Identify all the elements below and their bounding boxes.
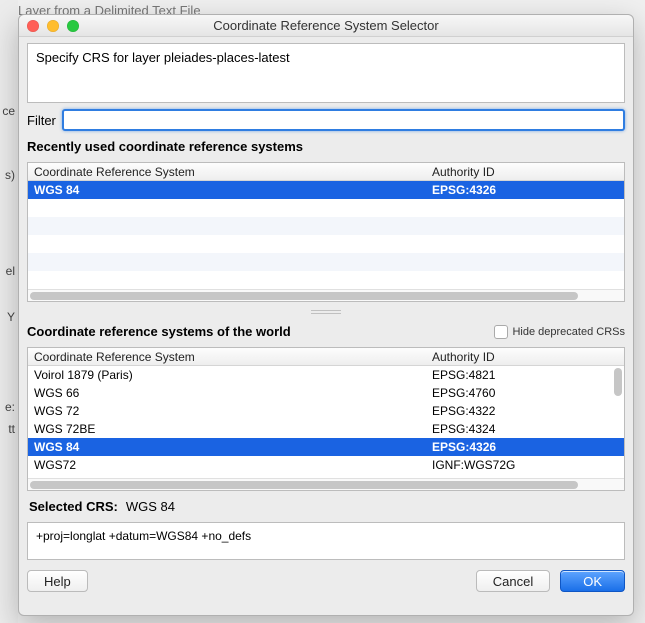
- recent-hscrollbar[interactable]: [28, 289, 624, 301]
- cell-crs: WGS 72: [28, 404, 428, 418]
- table-row[interactable]: WGS 72BEEPSG:4324: [28, 420, 624, 438]
- table-row-empty[interactable]: [28, 235, 624, 253]
- world-hscrollbar[interactable]: [28, 478, 624, 490]
- specify-crs-text: Specify CRS for layer pleiades-places-la…: [36, 50, 290, 65]
- table-row[interactable]: WGS 72EPSG:4322: [28, 402, 624, 420]
- world-list: Coordinate Reference System Authority ID…: [27, 347, 625, 491]
- filter-input[interactable]: [62, 109, 625, 131]
- bg-frag: s): [5, 168, 15, 182]
- background-left-fragments: ce s) el Y e: tt: [0, 0, 18, 623]
- splitter-handle-icon: [311, 310, 341, 314]
- selected-crs-label: Selected CRS:: [29, 499, 118, 514]
- scrollbar-thumb[interactable]: [614, 368, 622, 396]
- hide-deprecated-row[interactable]: Hide deprecated CRSs: [494, 325, 625, 339]
- hide-deprecated-checkbox[interactable]: [494, 325, 508, 339]
- table-row[interactable]: WGS 84EPSG:4326: [28, 181, 624, 199]
- cell-auth: EPSG:4322: [428, 404, 624, 418]
- bg-frag: Y: [7, 310, 15, 324]
- ok-button[interactable]: OK: [560, 570, 625, 592]
- recent-header: Recently used coordinate reference syste…: [27, 137, 625, 156]
- cell-crs: WGS 66: [28, 386, 428, 400]
- cancel-button[interactable]: Cancel: [476, 570, 550, 592]
- world-vscrollbar[interactable]: [613, 366, 623, 478]
- table-row-empty[interactable]: [28, 253, 624, 271]
- selected-crs-value: WGS 84: [126, 499, 175, 514]
- crs-selector-dialog: Coordinate Reference System Selector Spe…: [18, 14, 634, 616]
- bg-frag: el: [6, 264, 15, 278]
- filter-label: Filter: [27, 113, 56, 128]
- recent-col-auth[interactable]: Authority ID: [428, 165, 624, 179]
- bg-frag: ce: [2, 104, 15, 118]
- bg-frag: tt: [8, 422, 15, 436]
- dialog-content: Specify CRS for layer pleiades-places-la…: [19, 37, 633, 615]
- cell-auth: EPSG:4760: [428, 386, 624, 400]
- cell-crs: WGS72: [28, 458, 428, 472]
- proj-string-box: +proj=longlat +datum=WGS84 +no_defs: [27, 522, 625, 560]
- window-title: Coordinate Reference System Selector: [19, 18, 633, 33]
- cell-crs: WGS 84: [28, 440, 428, 454]
- hide-deprecated-label: Hide deprecated CRSs: [512, 326, 625, 338]
- cell-auth: IGNF:WGS72G: [428, 458, 624, 472]
- scrollbar-thumb[interactable]: [30, 481, 578, 489]
- scrollbar-thumb[interactable]: [30, 292, 578, 300]
- world-col-crs[interactable]: Coordinate Reference System: [28, 350, 428, 364]
- filter-row: Filter: [27, 109, 625, 131]
- help-button[interactable]: Help: [27, 570, 88, 592]
- specify-crs-box: Specify CRS for layer pleiades-places-la…: [27, 43, 625, 103]
- cell-auth: EPSG:4324: [428, 422, 624, 436]
- recent-list-body[interactable]: WGS 84EPSG:4326: [28, 181, 624, 289]
- table-row[interactable]: Voirol 1879 (Paris)EPSG:4821: [28, 366, 624, 384]
- table-row-empty[interactable]: [28, 271, 624, 289]
- table-row-empty[interactable]: [28, 217, 624, 235]
- cell-crs: Voirol 1879 (Paris): [28, 368, 428, 382]
- titlebar[interactable]: Coordinate Reference System Selector: [19, 15, 633, 37]
- table-row[interactable]: WGS 84EPSG:4326: [28, 438, 624, 456]
- bg-frag: e:: [5, 400, 15, 414]
- table-row[interactable]: WGS 66EPSG:4760: [28, 384, 624, 402]
- cell-auth: EPSG:4326: [428, 440, 624, 454]
- cell-crs: WGS 84: [28, 183, 428, 197]
- button-row: Help Cancel OK: [27, 566, 625, 592]
- world-list-body[interactable]: Voirol 1879 (Paris)EPSG:4821WGS 66EPSG:4…: [28, 366, 624, 478]
- recent-col-crs[interactable]: Coordinate Reference System: [28, 165, 428, 179]
- world-header: Coordinate reference systems of the worl…: [27, 322, 291, 341]
- splitter[interactable]: [27, 308, 625, 316]
- cell-auth: EPSG:4821: [428, 368, 624, 382]
- selected-crs-row: Selected CRS: WGS 84: [27, 497, 625, 516]
- table-row-empty[interactable]: [28, 199, 624, 217]
- world-col-auth[interactable]: Authority ID: [428, 350, 624, 364]
- cell-auth: EPSG:4326: [428, 183, 624, 197]
- recent-list-header[interactable]: Coordinate Reference System Authority ID: [28, 163, 624, 181]
- table-row[interactable]: WGS72IGNF:WGS72G: [28, 456, 624, 474]
- recent-list: Coordinate Reference System Authority ID…: [27, 162, 625, 302]
- world-header-row: Coordinate reference systems of the worl…: [27, 322, 625, 341]
- world-list-header[interactable]: Coordinate Reference System Authority ID: [28, 348, 624, 366]
- cell-crs: WGS 72BE: [28, 422, 428, 436]
- proj-string-text: +proj=longlat +datum=WGS84 +no_defs: [36, 529, 251, 543]
